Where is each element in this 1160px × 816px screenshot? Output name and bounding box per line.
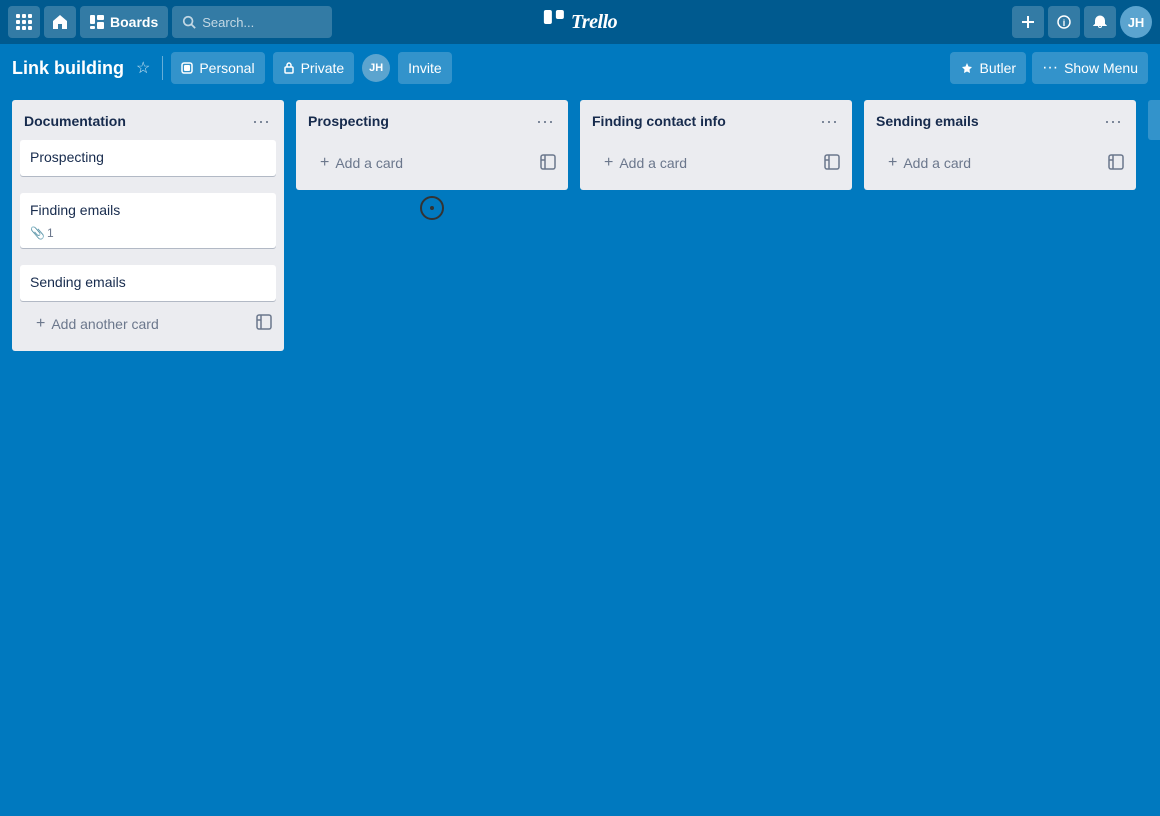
avatar-initials: JH xyxy=(1128,15,1145,30)
list-title-prospecting: Prospecting xyxy=(308,113,532,129)
card-title-c2: Finding emails xyxy=(30,201,266,221)
list-header-prospecting: Prospecting··· xyxy=(296,100,568,140)
butler-button[interactable]: Butler xyxy=(950,52,1027,84)
card-template-button-prospecting[interactable] xyxy=(536,150,560,177)
card-template-button-finding-contact-info[interactable] xyxy=(820,150,844,177)
visibility-label: Personal xyxy=(199,60,254,76)
add-card-label: Add a card xyxy=(335,155,403,171)
boards-label: Boards xyxy=(110,14,158,30)
list-title-finding-contact-info: Finding contact info xyxy=(592,113,816,129)
svg-text:i: i xyxy=(1063,18,1066,28)
boards-button[interactable]: Boards xyxy=(80,6,168,38)
nav-right-actions: i JH xyxy=(1012,6,1152,38)
list-header-sending-emails: Sending emails··· xyxy=(864,100,1136,140)
plus-icon: + xyxy=(320,154,329,172)
trello-logo: Trello xyxy=(543,8,617,36)
card-separator xyxy=(20,256,276,257)
list-header-documentation: Documentation··· xyxy=(12,100,284,140)
privacy-label: Private xyxy=(301,60,345,76)
card-separator xyxy=(20,184,276,185)
plus-icon: + xyxy=(604,154,613,172)
list-prospecting: Prospecting···+ Add a card xyxy=(296,100,568,190)
card-template-button-sending-emails[interactable] xyxy=(1104,150,1128,177)
add-card-label: Add a card xyxy=(619,155,687,171)
invite-button[interactable]: Invite xyxy=(398,52,451,84)
show-menu-button[interactable]: ··· Show Menu xyxy=(1032,52,1148,84)
list-menu-button-finding-contact-info[interactable]: ··· xyxy=(816,110,842,132)
list-menu-button-prospecting[interactable]: ··· xyxy=(532,110,558,132)
search-placeholder: Search... xyxy=(202,15,254,30)
cards-container-documentation: Prospecting Finding emails 📎 1 Sending emai… xyxy=(12,140,284,301)
list-finding-contact-info: Finding contact info···+ Add a card xyxy=(580,100,852,190)
butler-label: Butler xyxy=(980,60,1017,76)
add-card-button-finding-contact-info[interactable]: + Add a card xyxy=(592,146,816,180)
list-title-documentation: Documentation xyxy=(24,113,248,129)
search-bar[interactable]: Search... xyxy=(172,6,332,38)
list-title-sending-emails: Sending emails xyxy=(876,113,1100,129)
home-button[interactable] xyxy=(44,6,76,38)
attachment-icon-c2: 📎 1 xyxy=(30,226,54,240)
header-divider xyxy=(162,56,163,80)
visibility-button[interactable]: Personal xyxy=(171,52,264,84)
invite-label: Invite xyxy=(408,60,441,76)
list-menu-button-documentation[interactable]: ··· xyxy=(248,110,274,132)
board-title[interactable]: Link building xyxy=(12,58,124,79)
add-card-footer-sending-emails: + Add a card xyxy=(864,140,1136,190)
list-documentation: Documentation··· Prospecting Finding email… xyxy=(12,100,284,351)
card-title-c1: Prospecting xyxy=(30,148,266,168)
plus-icon: + xyxy=(888,154,897,172)
trello-wordmark: Trello xyxy=(571,11,617,34)
list-sending-emails: Sending emails···+ Add a card xyxy=(864,100,1136,190)
add-card-button-documentation[interactable]: + Add another card xyxy=(24,307,248,341)
board-content: Documentation···ProspectingFinding email… xyxy=(0,92,1160,359)
add-card-footer-documentation: + Add another card xyxy=(12,301,284,351)
add-card-footer-prospecting: + Add a card xyxy=(296,140,568,190)
add-card-button-sending-emails[interactable]: + Add a card xyxy=(876,146,1100,180)
board-header: Link building ☆ Personal Private JH Invi… xyxy=(0,44,1160,92)
plus-icon: + xyxy=(36,315,45,333)
privacy-button[interactable]: Private xyxy=(273,52,355,84)
card-title-c3: Sending emails xyxy=(30,273,266,293)
board-avatar-initials: JH xyxy=(369,62,383,74)
card-meta-c2: 📎 1 xyxy=(30,226,266,240)
add-card-label: Add a card xyxy=(903,155,971,171)
board-avatar[interactable]: JH xyxy=(362,54,390,82)
add-card-label: Add another card xyxy=(51,316,158,332)
trello-icon xyxy=(543,8,565,36)
top-navigation: Boards Search... Trello i xyxy=(0,0,1160,44)
attachment-count: 1 xyxy=(47,226,54,240)
add-list-button[interactable]: ++ Add another list xyxy=(1148,100,1160,140)
add-card-footer-finding-contact-info: + Add a card xyxy=(580,140,852,190)
card-c2[interactable]: Finding emails 📎 1 xyxy=(20,193,276,249)
user-avatar[interactable]: JH xyxy=(1120,6,1152,38)
show-menu-label: Show Menu xyxy=(1064,60,1138,76)
create-button[interactable] xyxy=(1012,6,1044,38)
notifications-button[interactable] xyxy=(1084,6,1116,38)
list-header-finding-contact-info: Finding contact info··· xyxy=(580,100,852,140)
grid-menu-button[interactable] xyxy=(8,6,40,38)
info-button[interactable]: i xyxy=(1048,6,1080,38)
star-button[interactable]: ☆ xyxy=(132,54,154,82)
list-menu-button-sending-emails[interactable]: ··· xyxy=(1100,110,1126,132)
board-header-right: Butler ··· Show Menu xyxy=(950,52,1149,84)
card-c1[interactable]: Prospecting xyxy=(20,140,276,176)
card-template-button-documentation[interactable] xyxy=(252,310,276,337)
add-card-button-prospecting[interactable]: + Add a card xyxy=(308,146,532,180)
card-c3[interactable]: Sending emails xyxy=(20,265,276,301)
